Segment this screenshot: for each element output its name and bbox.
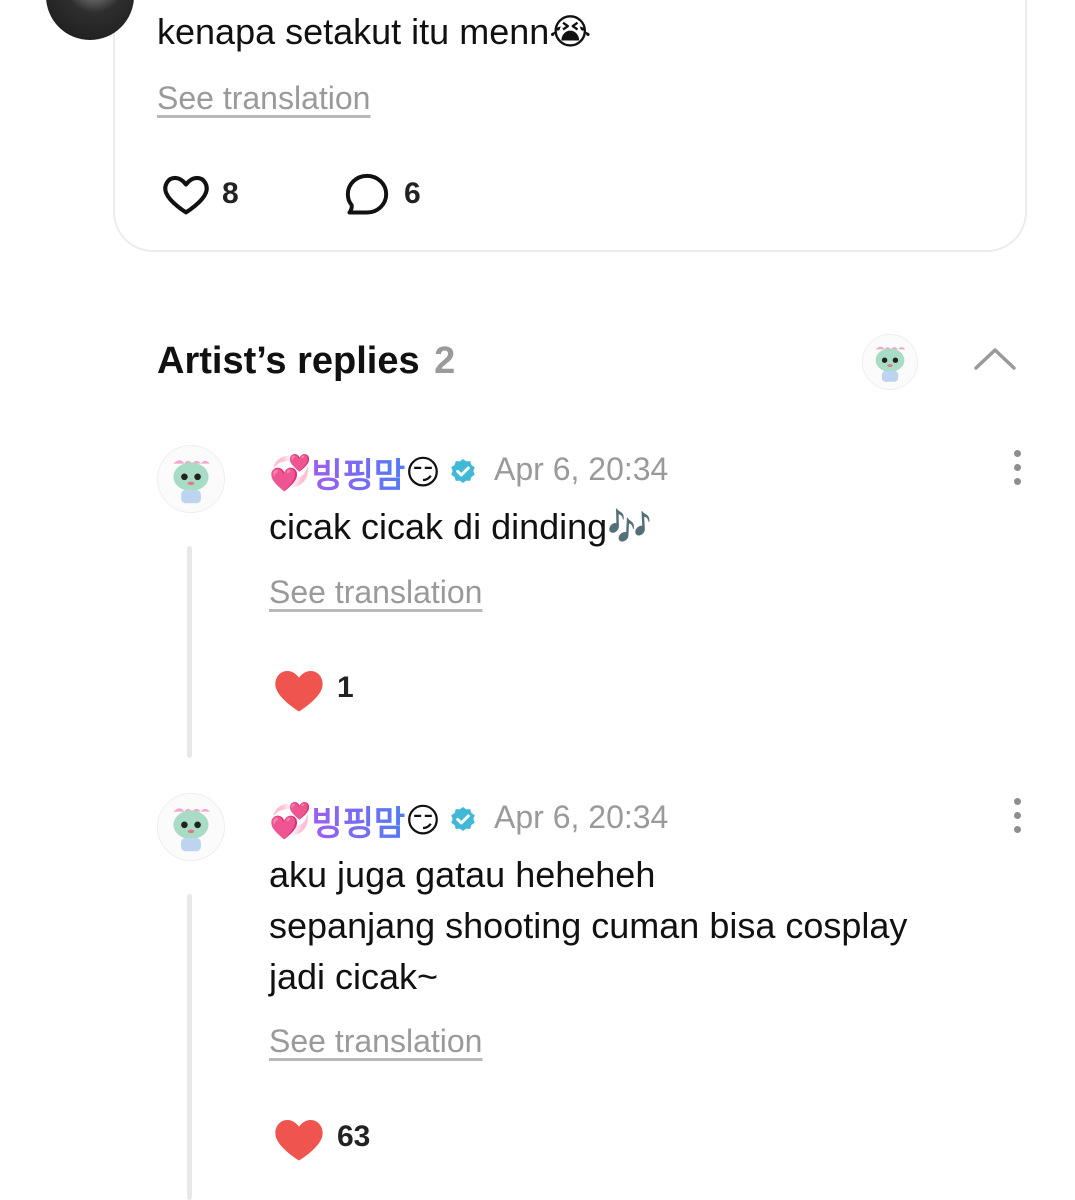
post-like-count: 8 bbox=[222, 177, 239, 210]
name-emoji-prefix: 💞 bbox=[269, 801, 312, 840]
collapse-button[interactable] bbox=[972, 340, 1018, 376]
reply-text-line: aku juga gatau heheheh bbox=[269, 854, 656, 895]
heart-filled-icon bbox=[275, 671, 323, 712]
verified-badge-icon bbox=[450, 458, 475, 483]
artist-avatar-small[interactable] bbox=[862, 334, 918, 390]
author-name-text: 빙핑맘 bbox=[311, 796, 405, 845]
post-see-translation-link[interactable]: See translation bbox=[157, 80, 370, 117]
heart-outline-icon bbox=[163, 175, 209, 215]
reply-more-options-icon[interactable] bbox=[1010, 798, 1024, 833]
comment-bubble-icon bbox=[345, 173, 389, 215]
post-like-button[interactable] bbox=[160, 168, 212, 220]
reply-date: Apr 6, 20:34 bbox=[494, 451, 669, 487]
mascot-avatar-icon bbox=[158, 794, 224, 860]
artist-replies-label: Artist’s replies bbox=[157, 340, 420, 382]
mascot-avatar-icon bbox=[863, 335, 917, 389]
reply-see-translation-link[interactable]: See translation bbox=[269, 1023, 482, 1060]
name-emoji-suffix: 😏 bbox=[405, 453, 441, 492]
thread-line bbox=[187, 894, 192, 1200]
name-emoji-prefix: 💞 bbox=[269, 453, 312, 492]
reply-text-line: sepanjang shooting cuman bisa cosplay bbox=[269, 905, 908, 946]
reply-author-name[interactable]: 💞 빙핑맘 😏 bbox=[269, 448, 479, 497]
mascot-avatar-icon bbox=[158, 446, 224, 512]
reply-like-button[interactable] bbox=[272, 1113, 326, 1163]
artist-replies-count: 2 bbox=[434, 340, 456, 382]
reply-text-line: jadi cicak~ bbox=[269, 956, 439, 997]
reply-author-avatar[interactable] bbox=[157, 793, 225, 861]
post-text: kenapa setakut itu menn😭 bbox=[157, 11, 592, 52]
reply-like-count: 1 bbox=[337, 671, 354, 704]
reply-author-name[interactable]: 💞 빙핑맘 😏 bbox=[269, 796, 479, 845]
post-comment-count: 6 bbox=[404, 177, 421, 210]
post-comment-button[interactable] bbox=[342, 170, 392, 220]
reply-author-avatar[interactable] bbox=[157, 445, 225, 513]
reply-like-button[interactable] bbox=[272, 664, 326, 714]
reply-like-count: 63 bbox=[337, 1120, 371, 1153]
heart-filled-icon bbox=[275, 1120, 323, 1161]
chevron-up-icon bbox=[974, 348, 1016, 370]
reply-date: Apr 6, 20:34 bbox=[494, 799, 669, 835]
thread-line bbox=[187, 546, 192, 758]
verified-badge-icon bbox=[450, 806, 475, 831]
reply-more-options-icon[interactable] bbox=[1010, 450, 1024, 485]
name-emoji-suffix: 😏 bbox=[405, 801, 441, 840]
reply-text-line: cicak cicak di dinding🎶 bbox=[269, 506, 652, 547]
reply-see-translation-link[interactable]: See translation bbox=[269, 574, 482, 611]
artist-replies-title: Artist’s replies 2 bbox=[157, 340, 455, 383]
author-name-text: 빙핑맘 bbox=[311, 448, 405, 497]
